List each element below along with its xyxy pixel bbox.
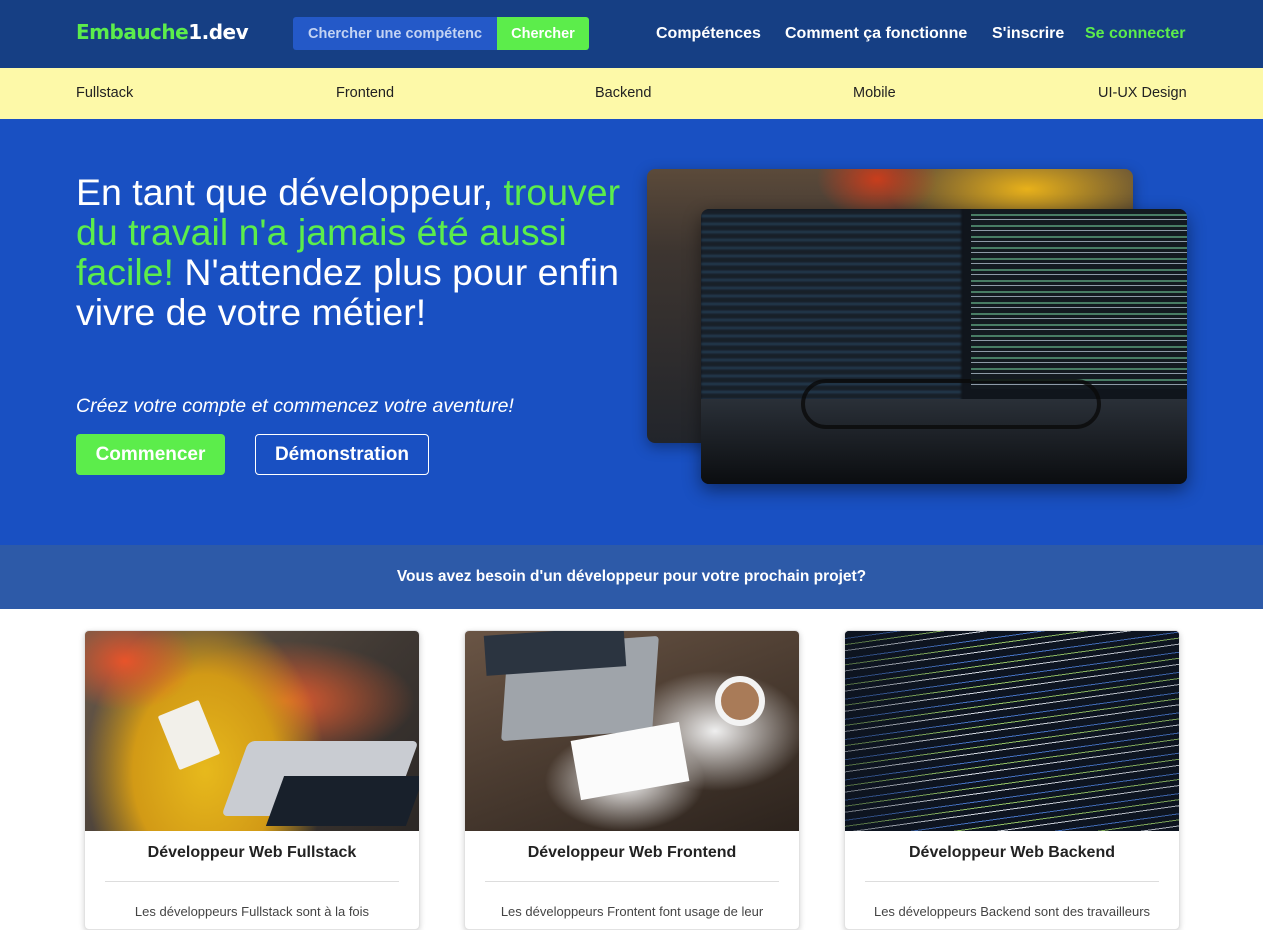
card-frontend[interactable]: Développeur Web Frontend Les développeur… — [464, 630, 800, 930]
card-divider — [105, 881, 399, 882]
hire-developer-banner: Vous avez besoin d'un développeur pour v… — [0, 545, 1263, 609]
card-description: Les développeurs Fullstack sont à la foi… — [134, 904, 370, 919]
skill-search-input[interactable] — [293, 17, 497, 50]
card-description: Les développeurs Backend sont des travai… — [873, 904, 1151, 919]
nav-link-competences[interactable]: Compétences — [656, 24, 761, 43]
category-mobile[interactable]: Mobile — [853, 85, 896, 102]
card-divider — [485, 881, 779, 882]
logo-text-primary: Embauche — [76, 20, 189, 44]
category-bar: Fullstack Frontend Backend Mobile UI-UX … — [0, 68, 1263, 119]
category-ui-ux-design[interactable]: UI-UX Design — [1098, 85, 1187, 102]
demo-button[interactable]: Démonstration — [255, 434, 429, 475]
nav-link-login[interactable]: Se connecter — [1085, 24, 1185, 43]
banner-text: Vous avez besoin d'un développeur pour v… — [396, 568, 867, 585]
nav-link-signup[interactable]: S'inscrire — [992, 24, 1064, 43]
search-button[interactable]: Chercher — [497, 17, 589, 50]
hero-image-code-screen-photo — [701, 209, 1187, 484]
card-divider — [865, 881, 1159, 882]
hero-subtitle: Créez votre compte et commencez votre av… — [76, 395, 514, 417]
card-image-fullstack — [85, 631, 419, 831]
card-image-backend — [845, 631, 1179, 831]
logo-text-suffix: 1.dev — [188, 20, 249, 44]
hero-title-intro: En tant que développeur, — [76, 171, 494, 213]
card-backend[interactable]: Développeur Web Backend Les développeurs… — [844, 630, 1180, 930]
hero-title: En tant que développeur, trouver du trav… — [76, 172, 636, 332]
card-description: Les développeurs Frontent font usage de … — [500, 904, 764, 919]
top-navbar: Embauche1.dev Chercher Compétences Comme… — [0, 0, 1263, 68]
card-title: Développeur Web Frontend — [527, 844, 737, 861]
category-backend[interactable]: Backend — [595, 85, 651, 102]
nav-link-how-it-works[interactable]: Comment ça fonctionne — [785, 24, 967, 43]
category-fullstack[interactable]: Fullstack — [76, 85, 133, 102]
hero-section: En tant que développeur, trouver du trav… — [0, 119, 1263, 545]
card-image-frontend — [465, 631, 799, 831]
card-title: Développeur Web Backend — [909, 844, 1115, 861]
start-button[interactable]: Commencer — [76, 434, 225, 475]
card-fullstack[interactable]: Développeur Web Fullstack Les développeu… — [84, 630, 420, 930]
card-title: Développeur Web Fullstack — [147, 844, 357, 861]
category-frontend[interactable]: Frontend — [336, 85, 394, 102]
site-logo[interactable]: Embauche1.dev — [76, 17, 249, 47]
